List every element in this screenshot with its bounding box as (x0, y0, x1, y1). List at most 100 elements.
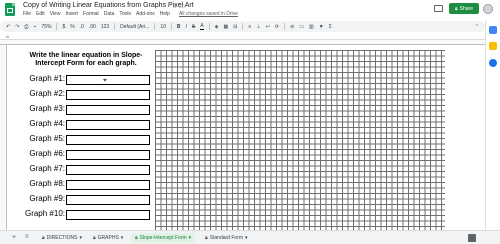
graph-label: Graph #3: (29, 104, 65, 113)
graph-label: Graph #2: (29, 89, 65, 98)
tab-label: Standard Form (209, 235, 244, 241)
menu-tools[interactable]: Tools (119, 11, 131, 17)
insert-comment-icon[interactable]: ▭ (299, 24, 304, 30)
graph-label: Graph #4: (29, 119, 65, 128)
graph-label: Graph #10: (24, 209, 65, 218)
lock-icon: 🔒︎ (454, 5, 458, 12)
currency-button[interactable]: $ (62, 24, 65, 30)
header: Copy of Writing Linear Equations from Gr… (0, 0, 500, 20)
decrease-decimal-button[interactable]: .0 (80, 24, 84, 30)
graph-label: Graph #8: (29, 179, 65, 188)
vertical-align-icon[interactable]: ⊥ (256, 24, 260, 30)
sheets-logo-icon[interactable] (5, 3, 15, 16)
comment-history-icon[interactable] (434, 5, 443, 12)
chevron-down-icon: ▾ (188, 235, 192, 241)
font-size-select[interactable]: 10 (160, 24, 166, 30)
sheet-grid[interactable]: Write the linear equation in Slope-Inter… (7, 45, 485, 230)
italic-button[interactable]: I (186, 24, 187, 30)
answer-cell[interactable] (66, 180, 150, 190)
keep-icon[interactable] (489, 42, 497, 50)
menu-file[interactable]: File (23, 11, 31, 17)
tab-label: GRAPHS (97, 235, 119, 241)
font-select[interactable]: Default (Ari... (120, 24, 149, 30)
avatar[interactable] (483, 4, 493, 14)
share-button[interactable]: 🔒︎ Share (449, 3, 479, 14)
tab-slope-intercept-form[interactable]: 🔒︎ Slope-Intercept Form ▾ (131, 233, 196, 243)
divider (154, 23, 156, 30)
answer-cell[interactable] (66, 195, 150, 205)
divider (242, 23, 244, 30)
fill-color-icon[interactable]: ◈ (215, 24, 219, 30)
tab-label: Slope-Intercept Form (139, 235, 187, 241)
sheets-app: Copy of Writing Linear Equations from Gr… (0, 0, 500, 244)
redo-icon[interactable]: ↷ (15, 24, 19, 30)
text-wrap-icon[interactable]: ↩ (266, 24, 270, 30)
tab-standard-form[interactable]: 🔒︎ Standard Form ▾ (205, 233, 248, 243)
lock-icon: 🔒︎ (42, 235, 45, 241)
bold-button[interactable]: B (177, 24, 181, 30)
text-color-button[interactable]: A (200, 23, 204, 30)
tab-directions[interactable]: 🔒︎ DIRECTIONS ▾ (42, 233, 82, 243)
menu-view[interactable]: View (50, 11, 61, 17)
lock-icon: 🔒︎ (205, 235, 208, 241)
menu-format[interactable]: Format (83, 11, 99, 17)
text-rotate-icon[interactable]: ⟳ (275, 24, 279, 30)
horizontal-align-icon[interactable]: ≡ (248, 24, 251, 30)
doc-title[interactable]: Copy of Writing Linear Equations from Gr… (23, 2, 194, 9)
explore-icon[interactable] (468, 234, 476, 242)
answer-cell[interactable] (66, 120, 150, 130)
tab-label: DIRECTIONS (46, 235, 78, 241)
merge-cells-icon[interactable]: ⊟ (233, 24, 237, 30)
lock-icon: 🔒︎ (93, 235, 96, 241)
increase-decimal-button[interactable]: .00 (89, 24, 96, 30)
menu-data[interactable]: Data (104, 11, 115, 17)
chevron-down-icon: ▾ (245, 235, 248, 241)
insert-link-icon[interactable]: ⊖ (290, 24, 294, 30)
answer-cell[interactable] (66, 150, 150, 160)
more-formats-button[interactable]: 123 (101, 24, 109, 30)
collapse-toolbar-icon[interactable]: ⌃ (475, 24, 479, 30)
answer-cell[interactable] (66, 135, 150, 145)
paint-format-icon[interactable]: ⌁ (33, 24, 36, 30)
print-icon[interactable]: ⎙ (24, 24, 28, 30)
strikethrough-button[interactable]: S (192, 24, 195, 30)
chevron-down-icon: ▾ (120, 235, 124, 241)
divider (284, 23, 286, 30)
tab-graphs[interactable]: 🔒︎ GRAPHS ▾ (93, 233, 123, 243)
answer-cell[interactable] (66, 75, 150, 85)
divider (170, 23, 172, 30)
insert-chart-icon[interactable]: ▥ (309, 24, 314, 30)
percent-button[interactable]: % (70, 24, 74, 30)
graph-label: Graph #5: (29, 134, 65, 143)
menu-help[interactable]: Help (160, 11, 170, 17)
menu-addons[interactable]: Add-ons (136, 11, 155, 17)
divider (56, 23, 58, 30)
graph-label: Graph #1: (29, 74, 65, 83)
divider (114, 23, 116, 30)
add-sheet-button[interactable]: + (12, 234, 16, 241)
mouse-cursor-icon: ⌖ (103, 77, 107, 84)
answer-cell[interactable] (66, 210, 150, 220)
menu-edit[interactable]: Edit (36, 11, 45, 17)
graph-label: Graph #7: (29, 164, 65, 173)
pixel-art-grid[interactable] (155, 50, 445, 230)
answer-cell[interactable] (66, 90, 150, 100)
zoom-select[interactable]: 75% (41, 24, 51, 30)
graph-label: Graph #9: (29, 194, 65, 203)
menu-insert[interactable]: Insert (65, 11, 78, 17)
formula-bar[interactable]: fx (0, 33, 485, 40)
calendar-icon[interactable] (489, 26, 497, 34)
saved-status[interactable]: All changes saved in Drive (179, 11, 238, 17)
undo-icon[interactable]: ↶ (6, 24, 10, 30)
answer-cell[interactable] (66, 105, 150, 115)
side-panel (485, 20, 500, 230)
row-headers[interactable] (0, 45, 7, 230)
tasks-icon[interactable] (489, 59, 497, 67)
borders-icon[interactable]: ▦ (223, 24, 228, 30)
lock-icon: 🔒︎ (135, 235, 138, 241)
functions-icon[interactable]: Σ (329, 24, 332, 30)
all-sheets-icon[interactable]: ≡ (25, 234, 29, 240)
filter-icon[interactable]: ▼ (319, 24, 324, 30)
answer-cell[interactable] (66, 165, 150, 175)
share-label: Share (459, 5, 473, 12)
